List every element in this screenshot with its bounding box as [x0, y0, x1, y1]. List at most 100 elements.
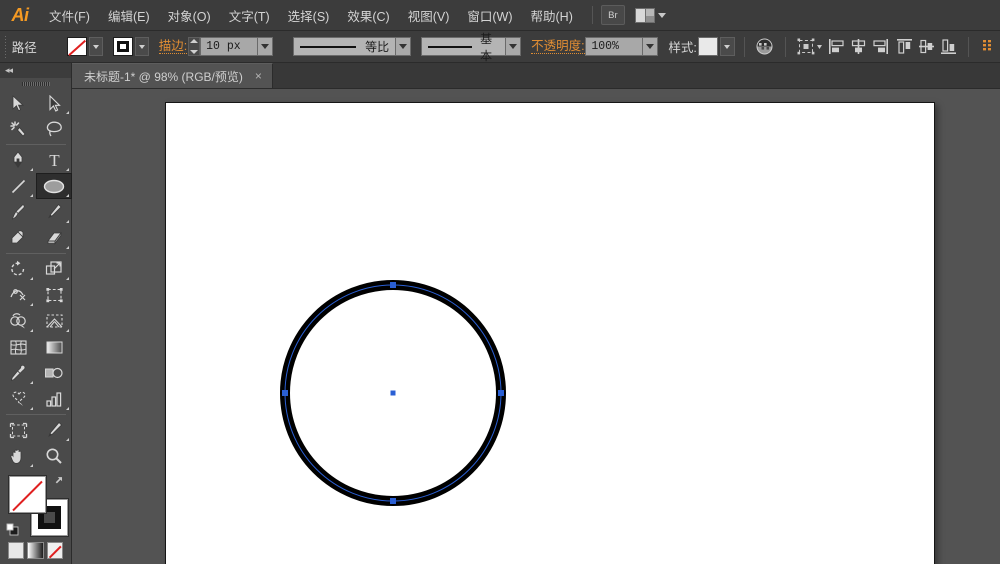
tool-blob-brush[interactable] [0, 225, 36, 251]
fill-swatch-dropdown[interactable] [89, 37, 103, 56]
flyout-triangle-icon [30, 461, 33, 467]
tool-shape-builder[interactable] [0, 308, 36, 334]
brush-definition-field[interactable]: 基本 [421, 37, 506, 56]
menu-type[interactable]: 文字(T) [220, 0, 279, 31]
control-bar-grip[interactable] [5, 36, 6, 58]
tool-eyedropper[interactable] [0, 360, 36, 386]
color-mode-gradient[interactable] [27, 542, 43, 559]
tool-pen[interactable] [0, 147, 36, 173]
chevron-down-icon [261, 44, 269, 49]
graphic-style-swatch[interactable] [698, 37, 718, 56]
workspace-switcher[interactable] [635, 5, 666, 25]
chevron-down-icon [658, 13, 666, 18]
stroke-swatch-dropdown[interactable] [135, 37, 149, 56]
tool-type[interactable]: T [36, 147, 72, 173]
menu-file[interactable]: 文件(F) [40, 0, 99, 31]
tool-symbol-sprayer[interactable] [0, 386, 36, 412]
bridge-button[interactable]: Br [601, 5, 625, 25]
color-mode-color[interactable] [8, 542, 24, 559]
chevron-down-icon [646, 44, 654, 49]
document-tab[interactable]: 未标题-1* @ 98% (RGB/预览) × [72, 63, 273, 88]
flyout-triangle-icon [30, 378, 33, 384]
brush-definition-dropdown[interactable] [505, 37, 521, 56]
tool-gradient[interactable] [36, 334, 72, 360]
tool-zoom[interactable] [36, 443, 72, 469]
opacity-input[interactable]: 100% [585, 37, 643, 56]
graphic-style-label: 样式: [668, 37, 696, 56]
menu-edit[interactable]: 编辑(E) [99, 0, 159, 31]
chevron-down-icon [724, 45, 730, 49]
tool-width[interactable] [0, 282, 36, 308]
tool-rotate[interactable] [0, 256, 36, 282]
menu-select[interactable]: 选择(S) [279, 0, 339, 31]
flyout-triangle-icon [66, 274, 69, 280]
menu-bar: Ai 文件(F) 编辑(E) 对象(O) 文字(T) 选择(S) 效果(C) 视… [0, 0, 1000, 31]
flyout-triangle-icon [30, 274, 33, 280]
tool-artboard[interactable] [0, 417, 36, 443]
control-bar-divider-2 [785, 37, 786, 57]
align-top-icon[interactable] [893, 36, 915, 58]
align-center-v-icon[interactable] [915, 36, 937, 58]
menu-object[interactable]: 对象(O) [159, 0, 220, 31]
collapse-panel-icon[interactable]: ◂◂ [5, 65, 12, 76]
tool-ellipse[interactable] [36, 173, 72, 199]
brush-line-icon [428, 46, 472, 48]
align-bottom-icon[interactable] [937, 36, 959, 58]
chevron-down-icon [399, 44, 407, 49]
opacity-label[interactable]: 不透明度: [531, 40, 584, 54]
close-icon[interactable]: × [253, 69, 264, 83]
workspace-switcher-icon [635, 8, 655, 23]
menu-window[interactable]: 窗口(W) [458, 0, 521, 31]
control-bar-divider-3 [968, 37, 969, 57]
tool-paintbrush[interactable] [0, 199, 36, 225]
tool-hand[interactable] [0, 443, 36, 469]
artboard[interactable] [165, 102, 935, 564]
align-left-icon[interactable] [826, 36, 848, 58]
tool-blend[interactable] [36, 360, 72, 386]
stroke-weight-stepper[interactable] [188, 37, 200, 56]
flyout-triangle-icon [66, 404, 69, 410]
opacity-dropdown[interactable] [642, 37, 658, 56]
tool-magic-wand[interactable] [0, 116, 36, 142]
stroke-color-swatch[interactable] [113, 37, 133, 56]
align-right-icon[interactable] [870, 36, 892, 58]
stroke-weight-dropdown[interactable] [257, 37, 273, 56]
stroke-profile-field[interactable]: 等比 [293, 37, 396, 56]
flyout-triangle-icon [30, 326, 33, 332]
stroke-weight-input[interactable]: 10 px [200, 37, 258, 56]
tool-perspective-grid[interactable] [36, 308, 72, 334]
canvas-area[interactable] [72, 89, 1000, 564]
tools-panel-grip[interactable] [0, 78, 71, 90]
menu-view[interactable]: 视图(V) [399, 0, 459, 31]
document-tab-strip: 未标题-1* @ 98% (RGB/预览) × [72, 63, 1000, 89]
color-mode-none[interactable] [47, 542, 63, 559]
tool-line-segment[interactable] [0, 173, 36, 199]
tool-lasso[interactable] [36, 116, 72, 142]
tool-free-transform[interactable] [36, 282, 72, 308]
flyout-triangle-icon [30, 300, 33, 306]
tool-scale[interactable] [36, 256, 72, 282]
tool-pencil[interactable] [36, 199, 72, 225]
tool-column-graph[interactable] [36, 386, 72, 412]
tool-slice[interactable] [36, 417, 72, 443]
tool-direct-selection[interactable] [36, 90, 72, 116]
stroke-weight-label[interactable]: 描边: [159, 40, 187, 54]
tool-selection[interactable] [0, 90, 36, 116]
chevron-down-icon [509, 44, 517, 49]
transform-icon[interactable] [795, 36, 825, 58]
stepper-down-icon [190, 50, 198, 54]
menu-help[interactable]: 帮助(H) [522, 0, 582, 31]
default-fill-stroke-icon[interactable] [6, 523, 19, 536]
swap-fill-stroke-icon[interactable] [52, 474, 66, 488]
tool-mesh[interactable] [0, 334, 36, 360]
graphic-style-dropdown[interactable] [720, 37, 735, 56]
tool-eraser[interactable] [36, 225, 72, 251]
fill-color-swatch[interactable] [67, 37, 87, 56]
document-setup-icon[interactable] [978, 36, 1000, 58]
flyout-triangle-icon [66, 191, 69, 197]
menu-effect[interactable]: 效果(C) [338, 0, 398, 31]
stroke-profile-dropdown[interactable] [395, 37, 411, 56]
transparency-icon[interactable] [754, 36, 776, 58]
align-center-h-icon[interactable] [848, 36, 870, 58]
toolbar-fill-swatch[interactable] [9, 476, 46, 513]
